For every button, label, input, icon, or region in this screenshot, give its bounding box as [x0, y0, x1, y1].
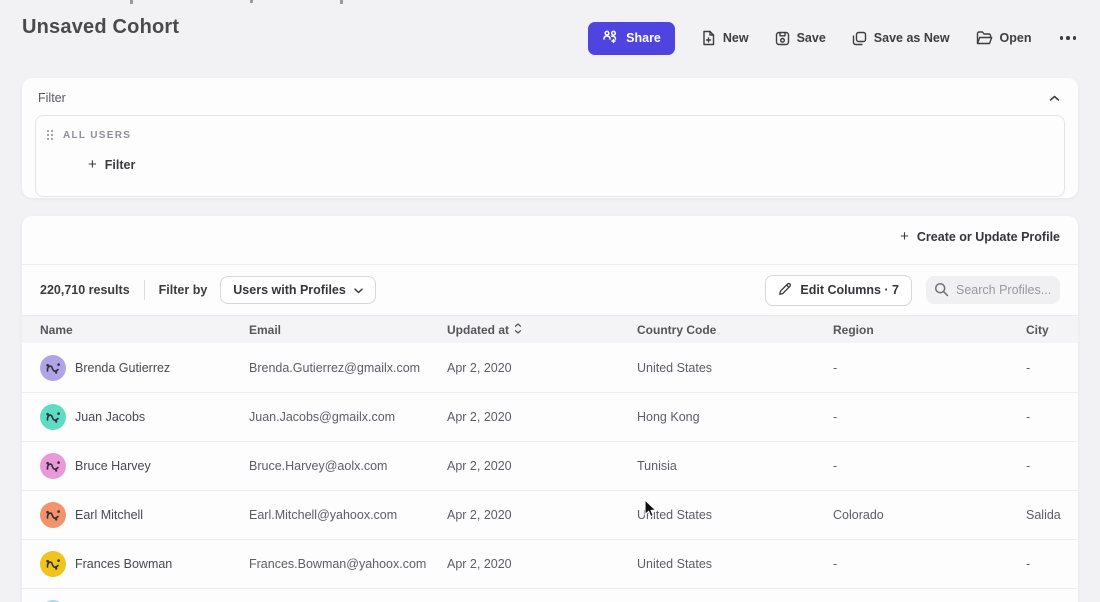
- save-button-label: Save: [797, 31, 826, 45]
- create-button-label: Create or Update Profile: [917, 230, 1060, 244]
- table-row[interactable]: Juan Jacobs Juan.Jacobs@gmailx.com Apr 2…: [22, 392, 1078, 441]
- add-filter-button[interactable]: + Filter: [88, 157, 135, 172]
- save-as-new-button[interactable]: Save as New: [852, 31, 950, 46]
- table-row[interactable]: Bruce Harvey Bruce.Harvey@aolx.com Apr 2…: [22, 441, 1078, 490]
- profile-name: Bruce Harvey: [75, 459, 151, 473]
- header-toolbar: Share New Save Save as: [588, 22, 1078, 54]
- chevron-up-icon: [1049, 90, 1060, 105]
- table-row[interactable]: [22, 588, 1078, 602]
- avatar: [40, 502, 66, 528]
- profile-name: Brenda Gutierrez: [75, 361, 170, 375]
- profile-city: -: [1026, 361, 1030, 375]
- filter-group-label: ALL USERS: [63, 130, 131, 141]
- open-button[interactable]: Open: [976, 31, 1032, 45]
- profile-city: -: [1026, 557, 1030, 571]
- save-icon: [775, 31, 790, 46]
- profile-type-dropdown[interactable]: Users with Profiles: [220, 276, 376, 304]
- new-button[interactable]: New: [701, 30, 749, 46]
- collapse-filter-button[interactable]: [1047, 88, 1062, 107]
- plus-icon: +: [88, 157, 97, 172]
- profile-city: -: [1026, 459, 1030, 473]
- profile-region: Colorado: [833, 508, 884, 522]
- profile-updated-at: Apr 2, 2020: [447, 459, 512, 473]
- more-options-button[interactable]: [1058, 32, 1079, 44]
- plus-icon: +: [900, 229, 909, 244]
- table-body: Brenda Gutierrez Brenda.Gutierrez@gmailx…: [22, 343, 1078, 602]
- profile-region: -: [833, 459, 837, 473]
- save-as-new-button-label: Save as New: [874, 31, 950, 45]
- filter-by-label: Filter by: [159, 283, 208, 297]
- profile-region: -: [833, 410, 837, 424]
- edit-columns-label: Edit Columns · 7: [800, 283, 899, 297]
- column-header-updated-at[interactable]: Updated at: [429, 323, 619, 337]
- profile-updated-at: Apr 2, 2020: [447, 361, 512, 375]
- table-row[interactable]: Brenda Gutierrez Brenda.Gutierrez@gmailx…: [22, 343, 1078, 392]
- table-header: Name Email Updated at Country Code Regio…: [22, 315, 1078, 343]
- chevron-down-icon: [354, 283, 363, 297]
- new-button-label: New: [723, 31, 749, 45]
- share-button[interactable]: Share: [588, 22, 675, 55]
- profile-country-code: United States: [637, 557, 712, 571]
- profile-city: -: [1026, 410, 1030, 424]
- separator: [144, 280, 145, 300]
- results-count: 220,710 results: [40, 283, 130, 297]
- profile-country-code: United States: [637, 361, 712, 375]
- share-button-label: Share: [626, 31, 661, 45]
- edit-columns-button[interactable]: Edit Columns · 7: [765, 275, 912, 306]
- profile-country-code: Tunisia: [637, 459, 677, 473]
- folder-open-icon: [976, 31, 993, 45]
- pencil-icon: [778, 282, 792, 299]
- profile-country-code: United States: [637, 508, 712, 522]
- profile-country-code: Hong Kong: [637, 410, 700, 424]
- profile-updated-at: Apr 2, 2020: [447, 508, 512, 522]
- page-header: Unsaved Cohort Share New: [0, 0, 1100, 62]
- column-header-country-code: Country Code: [619, 323, 815, 337]
- share-users-icon: [602, 30, 618, 47]
- profile-region: -: [833, 361, 837, 375]
- add-filter-label: Filter: [105, 158, 136, 172]
- copy-icon: [852, 31, 867, 46]
- column-header-city: City: [1008, 323, 1078, 337]
- table-row[interactable]: Earl Mitchell Earl.Mitchell@yahoox.com A…: [22, 490, 1078, 539]
- profiles-panel: + Create or Update Profile 220,710 resul…: [22, 216, 1078, 602]
- page-title: Unsaved Cohort: [22, 16, 179, 39]
- profile-name: Juan Jacobs: [75, 410, 145, 424]
- profile-name: Earl Mitchell: [75, 508, 143, 522]
- profile-name: Frances Bowman: [75, 557, 172, 571]
- avatar: [40, 355, 66, 381]
- drag-handle-icon[interactable]: [46, 129, 54, 141]
- create-or-update-profile-button[interactable]: + Create or Update Profile: [900, 229, 1060, 244]
- profile-region: -: [833, 557, 837, 571]
- profile-email: Earl.Mitchell@yahoox.com: [249, 508, 397, 522]
- profile-email: Brenda.Gutierrez@gmailx.com: [249, 361, 420, 375]
- profile-city: Salida: [1026, 508, 1061, 522]
- profile-updated-at: Apr 2, 2020: [447, 557, 512, 571]
- column-header-region: Region: [815, 323, 1008, 337]
- sort-icon: [514, 323, 522, 337]
- profile-updated-at: Apr 2, 2020: [447, 410, 512, 424]
- results-bar: 220,710 results Filter by Users with Pro…: [22, 265, 1078, 315]
- filter-panel: Filter ALL USERS + Filter: [22, 78, 1078, 198]
- filter-group: ALL USERS + Filter: [35, 115, 1065, 197]
- profile-email: Frances.Bowman@yahoox.com: [249, 557, 426, 571]
- open-button-label: Open: [1000, 31, 1032, 45]
- avatar: [40, 551, 66, 577]
- table-row[interactable]: Frances Bowman Frances.Bowman@yahoox.com…: [22, 539, 1078, 588]
- column-header-email: Email: [231, 323, 429, 337]
- profile-email: Juan.Jacobs@gmailx.com: [249, 410, 395, 424]
- avatar: [40, 404, 66, 430]
- save-button[interactable]: Save: [775, 31, 826, 46]
- avatar: [40, 453, 66, 479]
- column-header-name: Name: [22, 323, 231, 337]
- profile-type-dropdown-value: Users with Profiles: [233, 283, 346, 297]
- profile-email: Bruce.Harvey@aolx.com: [249, 459, 387, 473]
- filter-panel-label: Filter: [38, 91, 66, 105]
- new-file-icon: [701, 30, 716, 46]
